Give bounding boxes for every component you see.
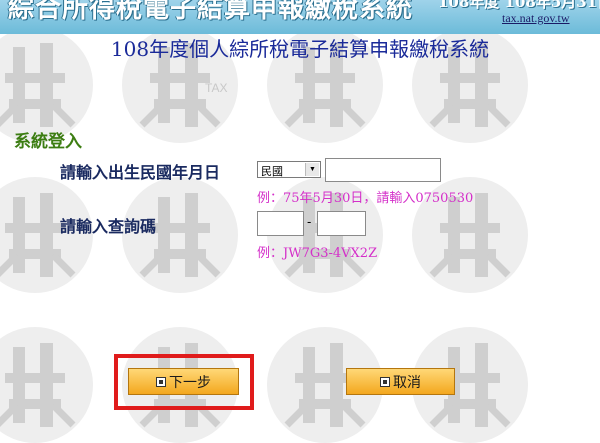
site-url-link[interactable]: tax.nat.gov.tw <box>502 11 570 26</box>
query-code-part2-input[interactable] <box>317 211 366 236</box>
cancel-label: 取消 <box>393 374 421 391</box>
birthdate-label: 請輸入出生民國年月日 <box>60 163 221 182</box>
era-select-value: 民國 <box>261 166 283 178</box>
watermark-tax-text: TAX <box>205 81 227 95</box>
header-banner: 綜合所得稅電子結算申報繳稅系統 108年度 108年5月31日 tax.nat.… <box>0 0 600 34</box>
query-code-hint: 例：JW7G3-4VX2Z <box>257 246 378 261</box>
chevron-down-icon[interactable]: ▼ <box>305 163 319 176</box>
query-code-label: 請輸入查詢碼 <box>60 217 157 236</box>
next-button-highlight-box <box>114 354 254 410</box>
birthdate-input[interactable] <box>325 158 441 182</box>
page-title: 108年度個人綜所稅電子結算申報繳稅系統 <box>110 37 490 61</box>
birthdate-hint: 例：75年5月30日，請輸入0750530 <box>257 191 474 206</box>
cancel-button[interactable]: 取消 <box>346 368 455 395</box>
era-select[interactable]: 民國 ▼ <box>257 161 321 178</box>
section-title: 系統登入 <box>14 132 82 152</box>
banner-title: 綜合所得稅電子結算申報繳稅系統 <box>8 0 414 24</box>
query-code-part1-input[interactable] <box>257 211 304 236</box>
bullet-icon <box>380 376 390 387</box>
query-code-separator: - <box>307 214 312 229</box>
